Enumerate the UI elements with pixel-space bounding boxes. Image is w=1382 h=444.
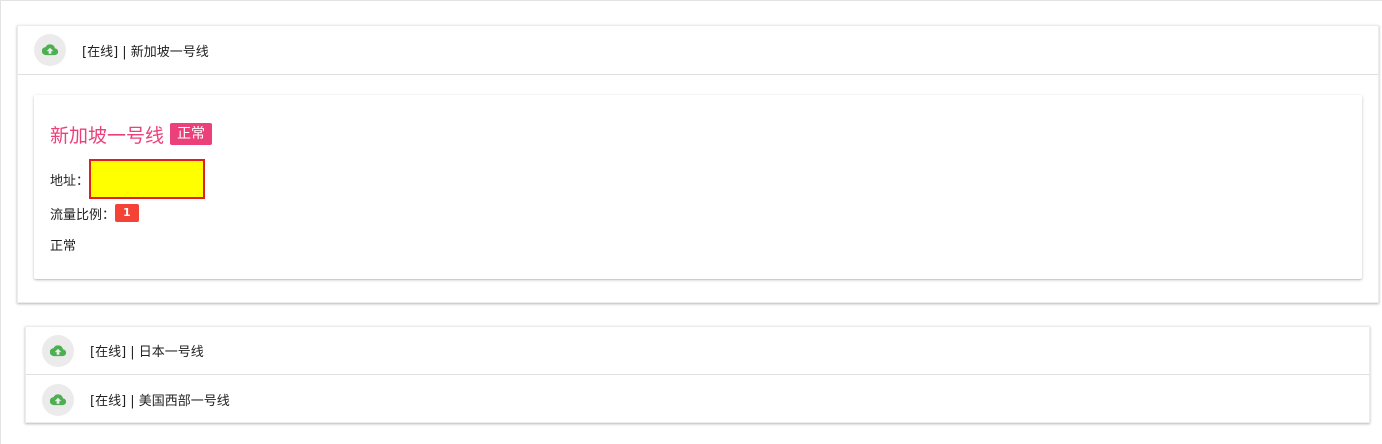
traffic-ratio-label: 流量比例： [50, 207, 116, 223]
server-header-us-west[interactable]: [在线] | 美国西部一号线 [26, 375, 1369, 424]
server-header-label: [在线] | 日本一号线 [90, 345, 204, 360]
traffic-ratio-row: 流量比例： 1 [50, 203, 1346, 223]
server-list-collapsed: [在线] | 日本一号线 [在线] | 美国西部一号线 [25, 326, 1370, 423]
server-detail-card: 新加坡一号线 正常 地址： 流量比例： 1 正常 [34, 95, 1362, 279]
address-value-redacted [89, 159, 206, 199]
status-badge: 正常 [170, 123, 213, 145]
address-label: 地址： [50, 173, 90, 189]
cloud-upload-icon [42, 383, 74, 416]
address-row: 地址： [50, 159, 1346, 199]
server-header-label: [在线] | 新加坡一号线 [82, 44, 209, 60]
server-description: 正常 [50, 239, 77, 254]
node-list-page: [在线] | 新加坡一号线 新加坡一号线 正常 地址： 流量比例： 1 正常 [… [0, 0, 1382, 444]
server-panel-expanded: [在线] | 新加坡一号线 新加坡一号线 正常 地址： 流量比例： 1 正常 [17, 25, 1379, 303]
server-header-label: [在线] | 美国西部一号线 [90, 394, 230, 409]
server-title: 新加坡一号线 [50, 124, 165, 147]
cloud-upload-icon [34, 34, 66, 66]
server-header-japan[interactable]: [在线] | 日本一号线 [26, 327, 1369, 375]
server-header-singapore[interactable]: [在线] | 新加坡一号线 [18, 26, 1378, 75]
server-title-row: 新加坡一号线 正常 [50, 119, 1346, 149]
traffic-ratio-badge: 1 [115, 204, 139, 222]
cloud-upload-icon [42, 334, 74, 367]
